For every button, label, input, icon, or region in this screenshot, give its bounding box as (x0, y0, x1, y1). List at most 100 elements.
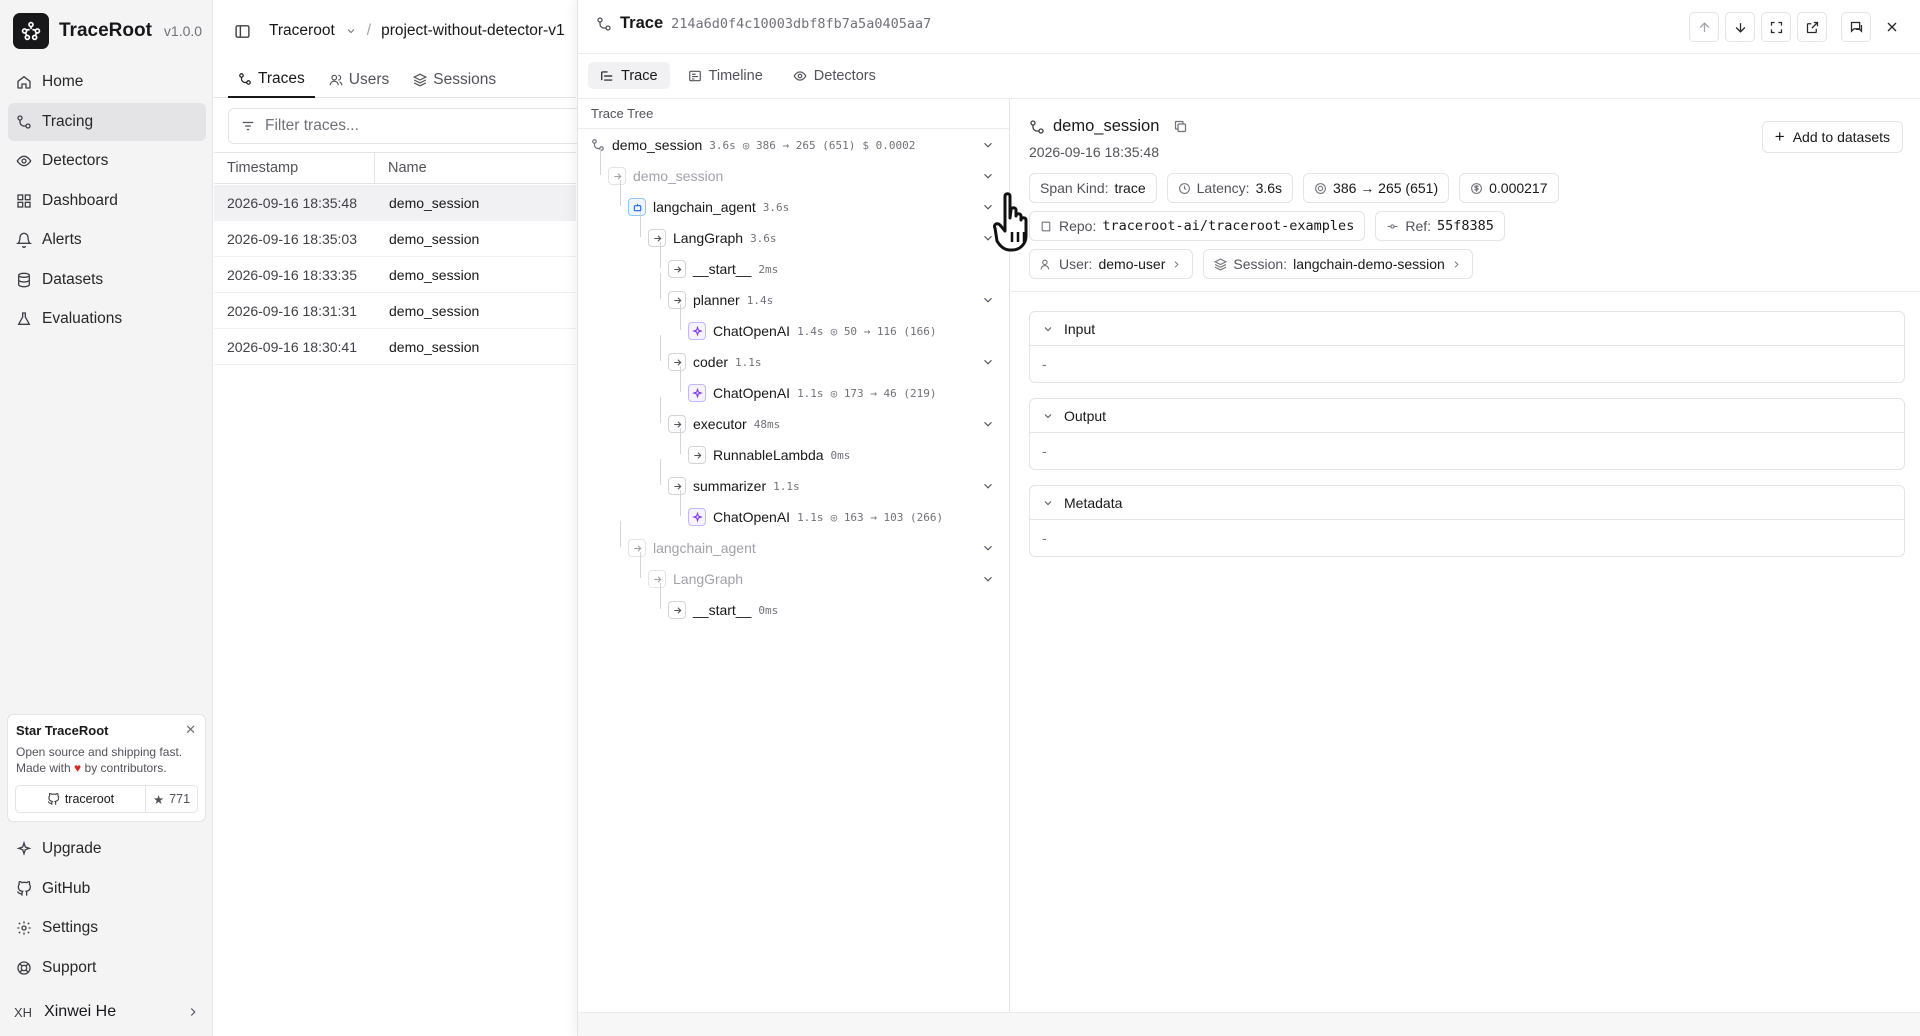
tree-node[interactable]: LangGraph (648, 566, 743, 592)
cost-value: 0.0002 (875, 138, 916, 152)
ref-badge[interactable]: Ref: 55f8385 (1375, 211, 1505, 241)
nav-label: Tracing (42, 112, 94, 130)
agent-bot-icon (628, 198, 646, 216)
repo-badge[interactable]: Repo: traceroot-ai/traceroot-examples (1029, 211, 1366, 241)
layers-icon (1214, 257, 1228, 271)
tree-connector (620, 180, 621, 206)
column-timestamp[interactable]: Timestamp (214, 153, 375, 183)
tree-node[interactable]: langchain_agent 3.6s (628, 194, 789, 220)
previous-trace-button[interactable] (1689, 12, 1719, 42)
chevron-down-icon[interactable] (981, 541, 995, 555)
nav-item-detectors[interactable]: Detectors (8, 142, 206, 180)
chevron-down-icon[interactable] (981, 417, 995, 431)
github-icon (17, 880, 32, 896)
nav-item-alerts[interactable]: Alerts (8, 221, 206, 259)
breadcrumb-project[interactable]: project-without-detector-v1 (381, 22, 565, 40)
table-row[interactable]: 2026-09-16 18:30:41 demo_session (214, 329, 576, 365)
tree-node[interactable]: coder 1.1s (668, 349, 762, 375)
tree-node[interactable]: LangGraph 3.6s (648, 225, 777, 251)
comments-button[interactable] (1841, 12, 1871, 42)
tab-traces[interactable]: Traces (228, 62, 315, 98)
nav-item-upgrade[interactable]: Upgrade (8, 830, 206, 868)
traces-tabs: Traces Users Sessions (214, 62, 576, 98)
tree-node[interactable]: summarizer 1.1s (668, 473, 800, 499)
tree-node[interactable]: executor 48ms (668, 411, 780, 437)
app-logo-row[interactable]: TraceRoot v1.0.0 (13, 13, 202, 49)
tree-node[interactable]: planner 1.4s (668, 287, 773, 313)
tab-detectors[interactable]: Detectors (781, 62, 888, 89)
tree-node[interactable]: langchain_agent (628, 535, 756, 561)
chevron-down-icon[interactable] (981, 572, 995, 586)
horizontal-scrollbar[interactable] (578, 1012, 1920, 1036)
chip-label: Ref: (1405, 218, 1432, 234)
output-section-toggle[interactable]: Output (1030, 399, 1904, 433)
nav-item-settings[interactable]: Settings (8, 909, 206, 947)
node-name: ChatOpenAI (713, 323, 791, 339)
breadcrumb-org[interactable]: Traceroot (269, 22, 335, 40)
nav-item-home[interactable]: Home (8, 63, 206, 101)
chevron-down-icon[interactable] (981, 479, 995, 493)
chain-arrow-icon (668, 477, 686, 495)
latency-badge: Latency: 3.6s (1166, 173, 1294, 203)
input-section-toggle[interactable]: Input (1030, 312, 1904, 346)
chevron-down-icon[interactable] (981, 293, 995, 307)
chain-arrow-icon (668, 260, 686, 278)
open-new-tab-button[interactable] (1797, 12, 1827, 42)
node-duration: 0ms (758, 603, 779, 617)
node-name: summarizer (693, 478, 767, 494)
star-count-button[interactable]: ★ 771 (146, 786, 197, 812)
bell-icon (16, 232, 32, 248)
dollar-icon (1471, 182, 1483, 194)
github-repo-button[interactable]: traceroot (16, 786, 146, 812)
table-row[interactable]: 2026-09-16 18:31:31 demo_session (214, 293, 576, 329)
tree-node[interactable]: ChatOpenAI 1.1s ◎ 163 → 103 (266) (688, 504, 943, 530)
nav-item-evaluations[interactable]: Evaluations (8, 300, 206, 338)
table-row[interactable]: 2026-09-16 18:35:03 demo_session (214, 221, 576, 257)
tab-timeline[interactable]: Timeline (676, 62, 775, 89)
nav-item-datasets[interactable]: Datasets (8, 261, 206, 299)
chevron-down-icon[interactable] (981, 169, 995, 183)
tab-sessions[interactable]: Sessions (403, 62, 506, 98)
chevron-down-icon[interactable] (981, 138, 995, 152)
sidebar-toggle-icon[interactable] (234, 23, 251, 40)
tree-node[interactable]: __start__ 0ms (668, 597, 778, 623)
tree-node[interactable]: ChatOpenAI 1.1s ◎ 173 → 46 (219) (688, 380, 937, 406)
copy-icon[interactable] (1173, 119, 1188, 134)
expand-button[interactable] (1761, 12, 1791, 42)
chevron-down-icon[interactable] (345, 25, 357, 37)
filter-icon (242, 121, 254, 131)
column-name[interactable]: Name (375, 153, 427, 183)
tab-trace[interactable]: Trace (588, 62, 670, 89)
node-name: executor (693, 416, 747, 432)
next-trace-button[interactable] (1725, 12, 1755, 42)
nav-item-dashboard[interactable]: Dashboard (8, 182, 206, 220)
section-title: Input (1064, 320, 1096, 337)
tab-users[interactable]: Users (319, 62, 399, 98)
nav-item-github[interactable]: GitHub (8, 870, 206, 908)
tree-node[interactable]: demo_session (608, 163, 723, 189)
eye-icon (16, 155, 32, 167)
cost-badge: 0.000217 (1459, 173, 1559, 203)
add-to-datasets-button[interactable]: + Add to datasets (1761, 121, 1903, 153)
table-row[interactable]: 2026-09-16 18:35:48 demo_session (214, 185, 576, 221)
tree-node[interactable]: __start__ 2ms (668, 256, 778, 282)
tree-node-root[interactable]: demo_session 3.6s ◎ 386 → 265 (651) $ 0.… (591, 132, 915, 158)
tree-node[interactable]: RunnableLambda 0ms (688, 442, 850, 468)
nav-item-tracing[interactable]: Tracing (8, 102, 206, 141)
table-row[interactable]: 2026-09-16 18:33:35 demo_session (214, 257, 576, 293)
chip-value: langchain-demo-session (1293, 256, 1445, 272)
promo-text: Open source and shipping fast. Made with… (16, 744, 197, 776)
user-badge[interactable]: User: demo-user (1029, 249, 1194, 279)
span-chips-row-1: Span Kind: trace Latency: 3.6s 386 → 265 (… (1029, 173, 1559, 203)
metadata-section-toggle[interactable]: Metadata (1030, 486, 1904, 520)
user-menu[interactable]: XH Xinwei He (8, 995, 206, 1029)
session-badge[interactable]: Session: langchain-demo-session (1203, 249, 1473, 279)
chevron-down-icon[interactable] (981, 355, 995, 369)
close-button[interactable] (1877, 12, 1907, 42)
nav-item-support[interactable]: Support (8, 949, 206, 987)
tree-node[interactable]: ChatOpenAI 1.4s ◎ 50 → 116 (166) (688, 318, 937, 344)
filter-input[interactable]: Filter traces... (228, 108, 588, 144)
github-icon (47, 792, 60, 805)
avatar: XH (14, 1004, 33, 1020)
close-icon[interactable]: ✕ (185, 722, 196, 738)
